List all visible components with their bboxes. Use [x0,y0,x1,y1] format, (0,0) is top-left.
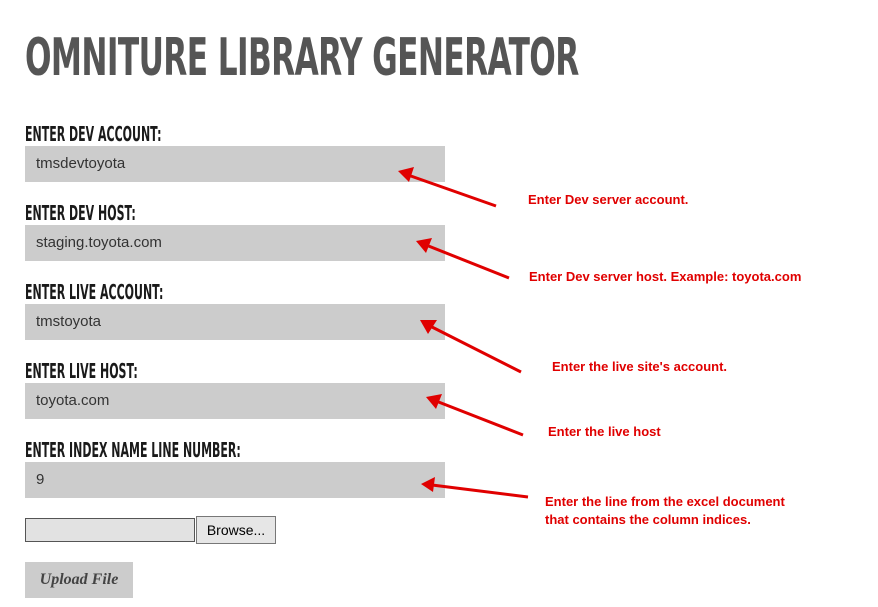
note-live-account: Enter the live site's account. [552,359,728,374]
note-index-line-1: Enter the line from the excel document [545,494,785,509]
note-index-line-2: that contains the column indices. [545,512,751,527]
note-dev-host: Enter Dev server host. Example: toyota.c… [529,269,802,284]
arrow-live-account [429,324,522,374]
arrowhead-index-line [421,477,435,492]
arrow-dev-host [425,243,510,280]
arrow-index-line [431,483,529,499]
note-live-host: Enter the live host [548,424,661,439]
arrow-dev-account [407,173,497,208]
note-dev-account: Enter Dev server account. [528,192,689,207]
arrowhead-dev-account [398,167,414,182]
arrow-live-host [435,399,524,437]
